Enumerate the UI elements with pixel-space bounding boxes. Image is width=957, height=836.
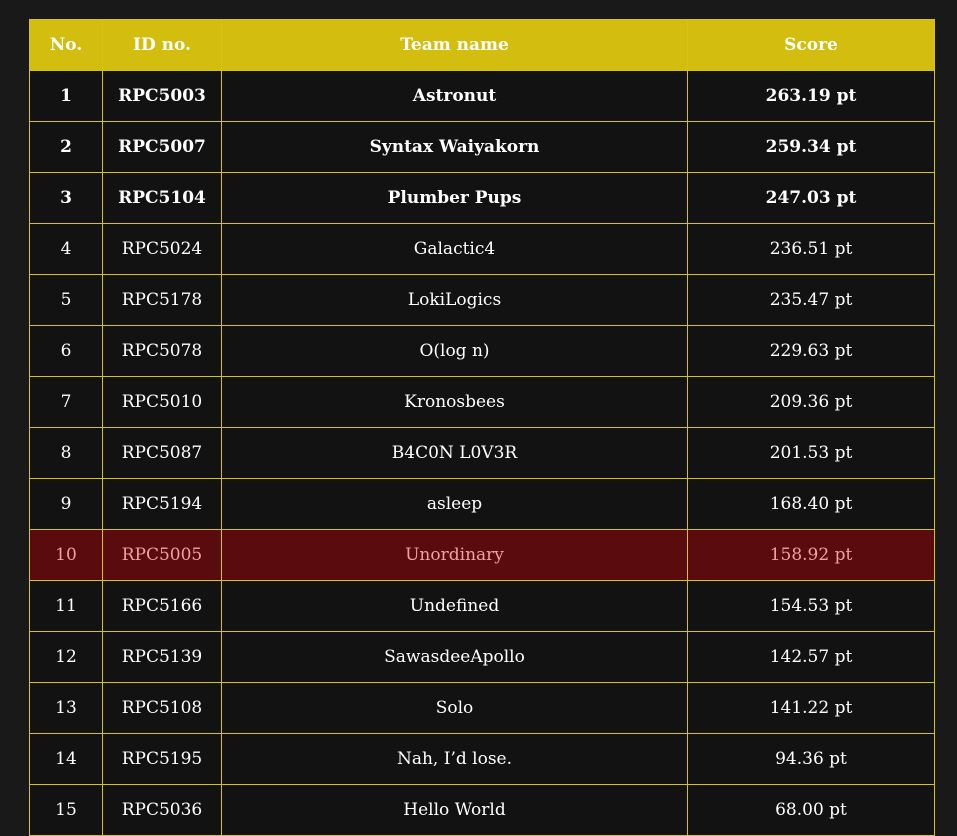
- table-row: 9 RPC5194 asleep 168.40 pt: [29, 478, 935, 530]
- header-team-name[interactable]: Team name: [221, 19, 688, 71]
- cell-id: RPC5010: [102, 376, 222, 428]
- cell-score: 142.57 pt: [687, 631, 935, 683]
- cell-id: RPC5139: [102, 631, 222, 683]
- cell-team: Syntax Waiyakorn: [221, 121, 688, 173]
- cell-no: 5: [29, 274, 103, 326]
- cell-no: 7: [29, 376, 103, 428]
- cell-team: SawasdeeApollo: [221, 631, 688, 683]
- cell-score: 158.92 pt: [687, 529, 935, 581]
- cell-score: 154.53 pt: [687, 580, 935, 632]
- cell-no: 15: [29, 784, 103, 836]
- cell-no: 6: [29, 325, 103, 377]
- cell-id: RPC5166: [102, 580, 222, 632]
- table-row: 10 RPC5005 Unordinary 158.92 pt: [29, 529, 935, 581]
- cell-team: Undefined: [221, 580, 688, 632]
- cell-team: Kronosbees: [221, 376, 688, 428]
- cell-no: 1: [29, 70, 103, 122]
- table-row: 14 RPC5195 Nah, I’d lose. 94.36 pt: [29, 733, 935, 785]
- cell-score: 236.51 pt: [687, 223, 935, 275]
- cell-id: RPC5003: [102, 70, 222, 122]
- cell-id: RPC5007: [102, 121, 222, 173]
- cell-no: 10: [29, 529, 103, 581]
- cell-id: RPC5078: [102, 325, 222, 377]
- header-id[interactable]: ID no.: [102, 19, 222, 71]
- table-row: 6 RPC5078 O(log n) 229.63 pt: [29, 325, 935, 377]
- table-row: 2 RPC5007 Syntax Waiyakorn 259.34 pt: [29, 121, 935, 173]
- cell-score: 235.47 pt: [687, 274, 935, 326]
- leaderboard-container: No. ID no. Team name Score 1 RPC5003 Astro…: [29, 19, 935, 836]
- header-no[interactable]: No.: [29, 19, 103, 71]
- cell-no: 8: [29, 427, 103, 479]
- cell-score: 229.63 pt: [687, 325, 935, 377]
- cell-score: 94.36 pt: [687, 733, 935, 785]
- table-row: 3 RPC5104 Plumber Pups 247.03 pt: [29, 172, 935, 224]
- cell-score: 247.03 pt: [687, 172, 935, 224]
- cell-id: RPC5036: [102, 784, 222, 836]
- cell-score: 263.19 pt: [687, 70, 935, 122]
- cell-team: LokiLogics: [221, 274, 688, 326]
- cell-id: RPC5005: [102, 529, 222, 581]
- cell-score: 209.36 pt: [687, 376, 935, 428]
- table-row: 15 RPC5036 Hello World 68.00 pt: [29, 784, 935, 836]
- cell-score: 168.40 pt: [687, 478, 935, 530]
- cell-id: RPC5104: [102, 172, 222, 224]
- cell-score: 141.22 pt: [687, 682, 935, 734]
- cell-id: RPC5178: [102, 274, 222, 326]
- leaderboard-table: No. ID no. Team name Score 1 RPC5003 Astro…: [29, 19, 935, 836]
- table-row: 8 RPC5087 B4C0N L0V3R 201.53 pt: [29, 427, 935, 479]
- table-row: 12 RPC5139 SawasdeeApollo 142.57 pt: [29, 631, 935, 683]
- cell-no: 14: [29, 733, 103, 785]
- table-row: 11 RPC5166 Undefined 154.53 pt: [29, 580, 935, 632]
- cell-no: 11: [29, 580, 103, 632]
- cell-score: 201.53 pt: [687, 427, 935, 479]
- cell-team: asleep: [221, 478, 688, 530]
- cell-no: 4: [29, 223, 103, 275]
- table-body: 1 RPC5003 Astronut 263.19 pt 2 RPC5007 Syntax…: [29, 70, 935, 836]
- cell-id: RPC5108: [102, 682, 222, 734]
- cell-id: RPC5024: [102, 223, 222, 275]
- cell-no: 12: [29, 631, 103, 683]
- cell-no: 3: [29, 172, 103, 224]
- header-row: No. ID no. Team name Score: [29, 19, 935, 71]
- cell-team: Hello World: [221, 784, 688, 836]
- table-header: No. ID no. Team name Score: [29, 19, 935, 71]
- table-row: 5 RPC5178 LokiLogics 235.47 pt: [29, 274, 935, 326]
- cell-team: O(log n): [221, 325, 688, 377]
- cell-no: 2: [29, 121, 103, 173]
- cell-team: Astronut: [221, 70, 688, 122]
- cell-team: Nah, I’d lose.: [221, 733, 688, 785]
- cell-team: B4C0N L0V3R: [221, 427, 688, 479]
- cell-score: 68.00 pt: [687, 784, 935, 836]
- table-row: 1 RPC5003 Astronut 263.19 pt: [29, 70, 935, 122]
- table-row: 13 RPC5108 Solo 141.22 pt: [29, 682, 935, 734]
- cell-id: RPC5194: [102, 478, 222, 530]
- cell-no: 13: [29, 682, 103, 734]
- cell-team: Plumber Pups: [221, 172, 688, 224]
- cell-score: 259.34 pt: [687, 121, 935, 173]
- cell-team: Galactic4: [221, 223, 688, 275]
- cell-team: Solo: [221, 682, 688, 734]
- cell-id: RPC5087: [102, 427, 222, 479]
- cell-no: 9: [29, 478, 103, 530]
- cell-id: RPC5195: [102, 733, 222, 785]
- table-row: 7 RPC5010 Kronosbees 209.36 pt: [29, 376, 935, 428]
- header-score[interactable]: Score: [687, 19, 935, 71]
- table-row: 4 RPC5024 Galactic4 236.51 pt: [29, 223, 935, 275]
- cell-team: Unordinary: [221, 529, 688, 581]
